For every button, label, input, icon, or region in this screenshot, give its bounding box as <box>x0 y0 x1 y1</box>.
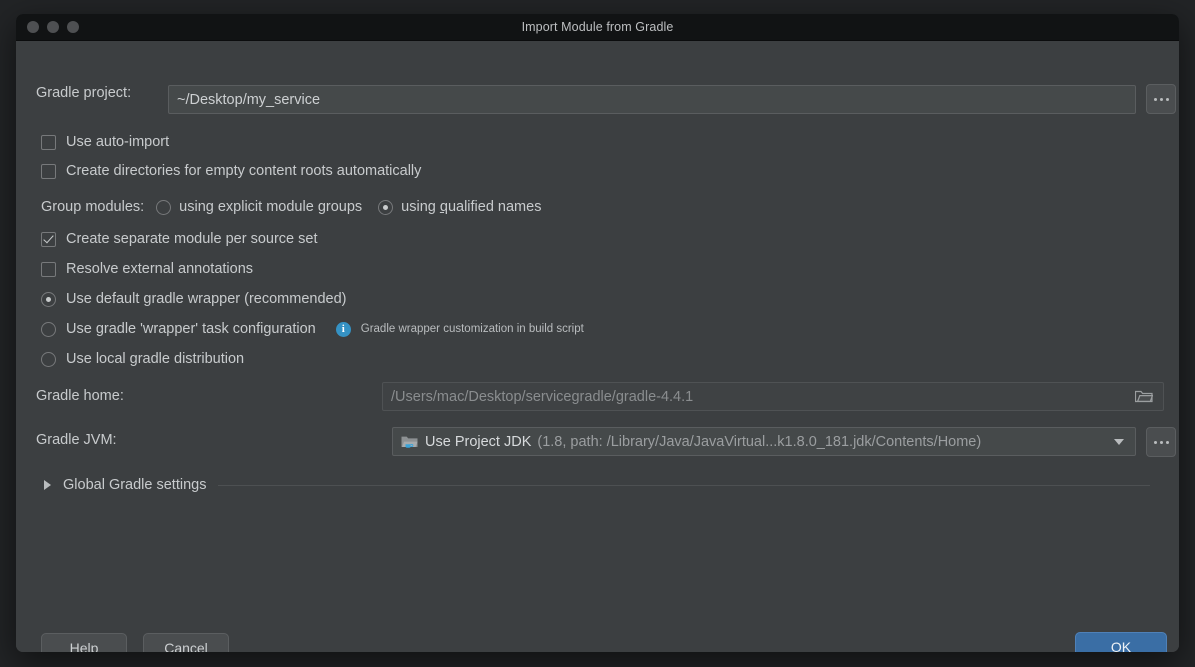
cancel-button[interactable]: Cancel <box>143 633 229 652</box>
section-separator <box>218 484 1150 486</box>
global-gradle-settings-label: Global Gradle settings <box>63 477 207 493</box>
gradle-jvm-row: Gradle JVM: <box>36 432 117 448</box>
window-titlebar: Import Module from Gradle <box>16 14 1179 41</box>
info-icon: i <box>335 321 351 337</box>
help-button[interactable]: Help <box>41 633 127 652</box>
close-light-icon[interactable] <box>27 21 39 33</box>
chevron-down-icon[interactable] <box>1114 438 1124 445</box>
ellipsis-icon <box>1159 97 1163 101</box>
default-wrapper-radio-row[interactable]: Use default gradle wrapper (recommended) <box>41 291 346 307</box>
dialog-body: Gradle project: ~/Desktop/my_service Use… <box>16 41 1179 652</box>
group-modules-qualified-label: using qualified names <box>401 199 542 215</box>
group-modules-label: Group modules: <box>41 199 145 215</box>
ellipsis-icon <box>1153 97 1157 101</box>
window-controls <box>27 21 79 33</box>
create-directories-checkbox-row[interactable]: Create directories for empty content roo… <box>41 163 421 179</box>
use-auto-import-label: Use auto-import <box>66 134 170 150</box>
ellipsis-icon <box>1165 97 1169 101</box>
create-directories-label: Create directories for empty content roo… <box>66 163 422 179</box>
resolve-annotations-label: Resolve external annotations <box>66 261 254 277</box>
local-distribution-label: Use local gradle distribution <box>66 351 245 367</box>
gradle-project-input[interactable]: ~/Desktop/my_service <box>168 85 1136 114</box>
gradle-jvm-browse-button[interactable] <box>1146 427 1176 457</box>
gradle-home-input[interactable]: /Users/mac/Desktop/servicegradle/gradle-… <box>382 382 1164 411</box>
wrapper-task-hint: Gradle wrapper customization in build sc… <box>360 323 584 335</box>
local-distribution-radio-row[interactable]: Use local gradle distribution <box>41 351 244 367</box>
gradle-home-row: Gradle home: <box>36 388 124 404</box>
separate-module-checkbox[interactable] <box>41 231 56 247</box>
default-wrapper-label: Use default gradle wrapper (recommended) <box>66 291 347 307</box>
use-auto-import-checkbox[interactable] <box>41 134 56 150</box>
ellipsis-icon <box>1159 440 1163 444</box>
gradle-home-label: Gradle home: <box>36 388 124 404</box>
gradle-home-value: /Users/mac/Desktop/servicegradle/gradle-… <box>391 388 694 405</box>
use-auto-import-checkbox-row[interactable]: Use auto-import <box>41 134 169 150</box>
ellipsis-icon <box>1153 440 1157 444</box>
wrapper-task-radio[interactable] <box>41 321 56 337</box>
separate-module-label: Create separate module per source set <box>66 231 318 247</box>
gradle-jvm-detail: (1.8, path: /Library/Java/JavaVirtual...… <box>537 433 982 450</box>
desktop-background: Import Module from Gradle Gradle project… <box>0 0 1195 667</box>
ellipsis-icon <box>1165 440 1169 444</box>
group-modules-explicit-label: using explicit module groups <box>179 199 363 215</box>
resolve-annotations-checkbox-row[interactable]: Resolve external annotations <box>41 261 253 277</box>
triangle-right-icon[interactable] <box>44 480 51 490</box>
default-wrapper-radio[interactable] <box>41 291 56 307</box>
separate-module-checkbox-row[interactable]: Create separate module per source set <box>41 231 317 247</box>
group-modules-row: Group modules: using explicit module gro… <box>41 199 541 215</box>
jdk-folder-icon <box>401 435 418 449</box>
group-modules-qualified-radio[interactable] <box>378 199 394 215</box>
minimize-light-icon[interactable] <box>47 21 59 33</box>
window-title: Import Module from Gradle <box>521 20 674 34</box>
global-gradle-settings-toggle[interactable]: Global Gradle settings <box>44 477 1150 493</box>
gradle-jvm-dropdown[interactable]: Use Project JDK (1.8, path: /Library/Jav… <box>392 427 1136 456</box>
wrapper-task-radio-row[interactable]: Use gradle 'wrapper' task configuration … <box>41 321 584 337</box>
create-directories-checkbox[interactable] <box>41 163 56 179</box>
gradle-project-row: Gradle project: <box>36 85 131 101</box>
folder-icon[interactable] <box>1134 389 1154 403</box>
ok-button[interactable]: OK <box>1075 632 1167 652</box>
gradle-project-label: Gradle project: <box>36 85 132 101</box>
local-distribution-radio[interactable] <box>41 351 56 367</box>
group-modules-explicit-radio[interactable] <box>156 199 172 215</box>
zoom-light-icon[interactable] <box>67 21 79 33</box>
import-module-dialog: Import Module from Gradle Gradle project… <box>16 14 1179 652</box>
gradle-jvm-value: Use Project JDK <box>425 433 532 450</box>
wrapper-task-label: Use gradle 'wrapper' task configuration <box>66 321 316 337</box>
resolve-annotations-checkbox[interactable] <box>41 261 56 277</box>
gradle-jvm-label: Gradle JVM: <box>36 432 117 448</box>
gradle-project-browse-button[interactable] <box>1146 84 1176 114</box>
